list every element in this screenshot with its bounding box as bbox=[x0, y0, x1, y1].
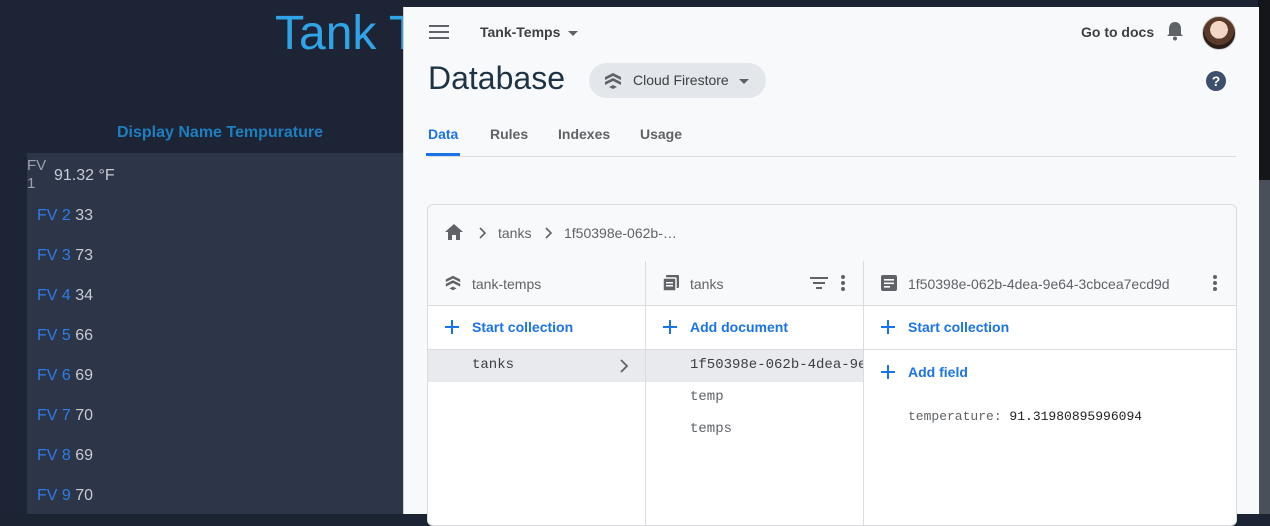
column-title: 1f50398e-062b-4dea-9e64-3cbcea7ecd9d bbox=[908, 276, 1170, 292]
add-document-button[interactable]: Add document bbox=[646, 305, 863, 350]
list-item-label: 1f50398e-062b-4dea-9e64-3cbcea7ecd9d bbox=[690, 357, 863, 373]
data-panel: tanks 1f50398e-062b-… tank-temps Start c… bbox=[427, 204, 1237, 526]
background-row-value: 69 bbox=[75, 367, 94, 384]
chevron-right-icon bbox=[542, 226, 554, 239]
tab-usage[interactable]: Usage bbox=[640, 126, 682, 142]
hamburger-menu-icon[interactable] bbox=[428, 21, 450, 43]
background-app-title: Tank T bbox=[275, 7, 419, 60]
breadcrumb-item[interactable]: 1f50398e-062b-… bbox=[564, 225, 677, 241]
background-table-row: FV 1 91.32 °F bbox=[27, 155, 405, 195]
add-action-label: Start collection bbox=[472, 319, 574, 335]
plus-icon bbox=[662, 319, 678, 335]
firestore-icon bbox=[603, 71, 623, 91]
background-row-name[interactable]: FV 7 bbox=[37, 407, 75, 424]
field-value: 91.31980895996094 bbox=[1009, 409, 1143, 424]
product-selector-chip[interactable]: Cloud Firestore bbox=[589, 63, 766, 98]
list-item[interactable]: tanks bbox=[428, 350, 645, 382]
firebase-console-window: Tank-Temps Go to docs Database Cloud Fir… bbox=[403, 7, 1259, 526]
list-item-label: temp bbox=[690, 389, 724, 405]
chevron-right-icon bbox=[619, 359, 631, 373]
background-table-row: FV 9 70 bbox=[37, 487, 93, 505]
collection-icon bbox=[662, 274, 680, 292]
add-field-button[interactable]: Add field bbox=[864, 350, 1236, 394]
column-header: tank-temps bbox=[428, 261, 645, 306]
background-table-row: FV 4 34 bbox=[37, 287, 93, 305]
start-collection-button[interactable]: Start collection bbox=[428, 305, 645, 350]
background-table-row: FV 5 66 bbox=[37, 327, 93, 345]
home-icon[interactable] bbox=[444, 222, 464, 242]
list-item[interactable]: 1f50398e-062b-4dea-9e64-3cbcea7ecd9d bbox=[646, 350, 863, 382]
field-key: temperature: bbox=[908, 409, 1010, 424]
active-tab-indicator bbox=[426, 153, 460, 156]
root-column: tank-temps Start collection tanks bbox=[428, 261, 646, 525]
document-field[interactable]: temperature: 91.31980895996094 bbox=[908, 409, 1142, 424]
background-table-headers: Display Name Tempurature bbox=[117, 124, 323, 141]
background-row-name[interactable]: FV 3 bbox=[37, 247, 75, 264]
document-icon bbox=[880, 274, 898, 292]
column-header: 1f50398e-062b-4dea-9e64-3cbcea7ecd9d bbox=[864, 261, 1236, 306]
list-item[interactable]: temp bbox=[646, 382, 863, 414]
start-collection-button[interactable]: Start collection bbox=[864, 305, 1236, 350]
list-item-label: temps bbox=[690, 421, 733, 437]
column-title: tanks bbox=[690, 276, 724, 292]
notifications-bell-icon[interactable] bbox=[1164, 20, 1186, 42]
breadcrumb-item[interactable]: tanks bbox=[498, 225, 531, 241]
caret-down-icon bbox=[738, 75, 750, 87]
background-row-name[interactable]: FV 4 bbox=[37, 287, 75, 304]
background-row-name[interactable]: FV 8 bbox=[37, 447, 75, 464]
background-row-name[interactable]: FV 6 bbox=[37, 367, 75, 384]
top-bar: Tank-Temps Go to docs bbox=[404, 7, 1259, 57]
plus-icon bbox=[444, 319, 460, 335]
breadcrumb: tanks 1f50398e-062b-… bbox=[428, 205, 1236, 262]
caret-down-icon[interactable] bbox=[567, 27, 579, 39]
background-row-value: 73 bbox=[75, 247, 94, 264]
add-action-label: Add document bbox=[690, 319, 788, 335]
background-table-row: FV 8 69 bbox=[37, 447, 93, 465]
background-row-name[interactable]: FV 9 bbox=[37, 487, 75, 504]
background-row-value: 33 bbox=[75, 207, 94, 224]
background-row-value: 91.32 °F bbox=[54, 167, 115, 184]
background-table-row: FV 7 70 bbox=[37, 407, 93, 425]
firestore-icon bbox=[444, 274, 462, 292]
tab-indexes[interactable]: Indexes bbox=[558, 126, 610, 142]
user-avatar[interactable] bbox=[1202, 16, 1236, 50]
background-row-name[interactable]: FV 5 bbox=[37, 327, 75, 344]
help-icon[interactable]: ? bbox=[1204, 69, 1228, 93]
background-row-value: 34 bbox=[75, 287, 94, 304]
more-vert-icon[interactable] bbox=[840, 273, 846, 293]
filter-icon[interactable] bbox=[809, 274, 829, 292]
column-title: tank-temps bbox=[472, 276, 542, 292]
list-item[interactable]: temps bbox=[646, 414, 863, 446]
project-selector[interactable]: Tank-Temps bbox=[480, 24, 560, 40]
svg-text:?: ? bbox=[1212, 73, 1221, 89]
plus-icon bbox=[880, 319, 896, 335]
background-row-value: 70 bbox=[75, 407, 94, 424]
background-row-name[interactable]: FV 2 bbox=[37, 207, 75, 224]
tab-rules[interactable]: Rules bbox=[490, 126, 528, 142]
go-to-docs-link[interactable]: Go to docs bbox=[1081, 24, 1154, 40]
background-row-value: 66 bbox=[75, 327, 94, 344]
list-item-label: tanks bbox=[472, 357, 515, 373]
background-table-row: FV 6 69 bbox=[37, 367, 93, 385]
page-title: Database bbox=[428, 60, 565, 96]
more-vert-icon[interactable] bbox=[1212, 273, 1218, 293]
chevron-right-icon bbox=[476, 226, 488, 239]
background-row-name[interactable]: FV 1 bbox=[27, 157, 46, 193]
add-action-label: Start collection bbox=[908, 319, 1010, 335]
background-row-value: 69 bbox=[75, 447, 94, 464]
background-table-row: FV 3 73 bbox=[37, 247, 93, 265]
add-action-label: Add field bbox=[908, 364, 968, 380]
column-header: tanks bbox=[646, 261, 863, 306]
background-app-window: Tank T Display Name Tempurature FV 1 91.3… bbox=[0, 0, 418, 514]
collection-column: tanks Add document 1f50398e-062b-4dea-9e… bbox=[646, 261, 864, 525]
tab-bar: Data Rules Indexes Usage bbox=[426, 120, 1236, 157]
document-column: 1f50398e-062b-4dea-9e64-3cbcea7ecd9d Sta… bbox=[864, 261, 1236, 525]
background-window-edge bbox=[1258, 0, 1270, 514]
background-table: FV 1 91.32 °F FV 2 33 FV 3 73 FV 4 34 FV … bbox=[27, 153, 405, 514]
background-table-row: FV 2 33 bbox=[37, 207, 93, 225]
background-row-value: 70 bbox=[75, 487, 94, 504]
tab-data[interactable]: Data bbox=[428, 126, 458, 142]
product-selector-label: Cloud Firestore bbox=[633, 72, 729, 88]
plus-icon bbox=[880, 364, 896, 380]
